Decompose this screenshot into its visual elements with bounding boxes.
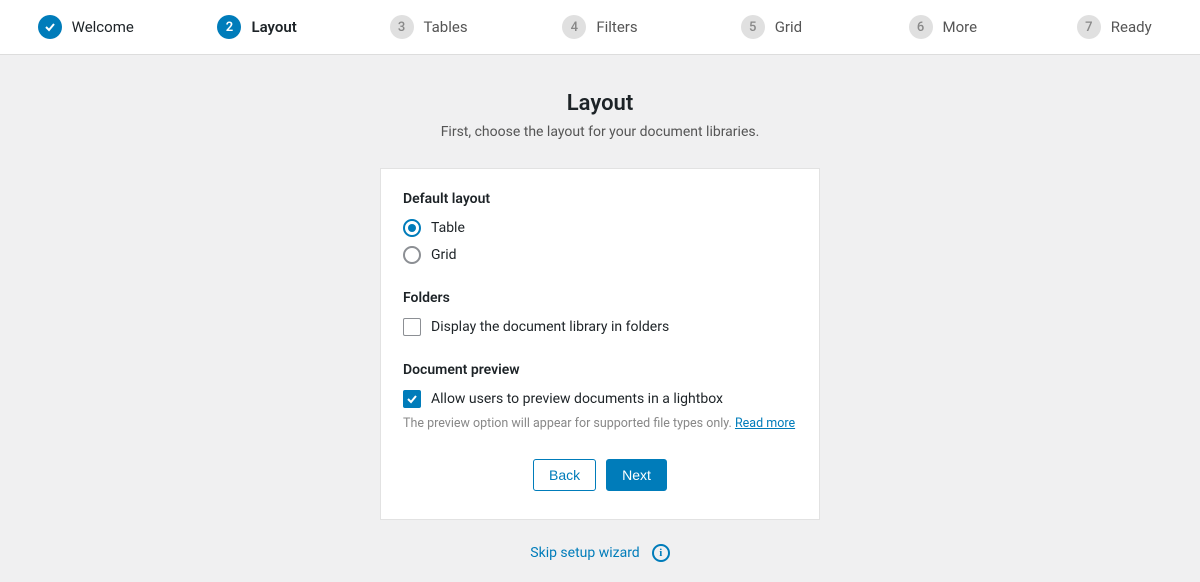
checkbox-preview[interactable]: Allow users to preview documents in a li… [403,390,797,408]
step-label: Ready [1111,18,1152,36]
step-layout[interactable]: 2 Layout [171,15,342,39]
section-title: Document preview [403,362,797,378]
helper-text-body: The preview option will appear for suppo… [403,416,735,431]
check-icon [38,15,62,39]
radio-table[interactable]: Table [403,219,797,237]
page-title: Layout [0,91,1200,116]
next-button[interactable]: Next [606,459,667,491]
page-content: Layout First, choose the layout for your… [0,55,1200,582]
settings-card: Default layout Table Grid Folders Displa… [380,168,820,520]
step-label: Grid [775,18,802,36]
step-number: 4 [562,15,586,39]
stepper: Welcome 2 Layout 3 Tables 4 Filters 5 Gr… [0,0,1200,55]
radio-icon [403,219,421,237]
step-welcome[interactable]: Welcome [0,15,171,39]
step-label: Layout [251,18,296,36]
step-ready[interactable]: 7 Ready [1029,15,1200,39]
step-number: 7 [1077,15,1101,39]
radio-grid[interactable]: Grid [403,246,797,264]
step-more[interactable]: 6 More [857,15,1028,39]
back-button[interactable]: Back [533,459,596,491]
step-tables[interactable]: 3 Tables [343,15,514,39]
step-number: 2 [217,15,241,39]
preview-section: Document preview Allow users to preview … [403,362,797,431]
step-label: Filters [596,18,637,36]
step-filters[interactable]: 4 Filters [514,15,685,39]
skip-link[interactable]: Skip setup wizard [530,545,639,561]
default-layout-section: Default layout Table Grid [403,191,797,264]
checkbox-folders[interactable]: Display the document library in folders [403,318,797,336]
radio-icon [403,246,421,264]
step-label: More [943,18,978,36]
folders-section: Folders Display the document library in … [403,290,797,336]
checkbox-label: Display the document library in folders [431,319,669,335]
checkbox-label: Allow users to preview documents in a li… [431,391,723,407]
step-number: 5 [741,15,765,39]
radio-label: Grid [431,247,457,263]
page-subtitle: First, choose the layout for your docume… [0,124,1200,140]
checkbox-icon [403,318,421,336]
check-icon [403,390,421,408]
radio-label: Table [431,220,465,236]
info-icon[interactable]: i [652,544,670,562]
section-title: Default layout [403,191,797,207]
section-title: Folders [403,290,797,306]
step-label: Tables [424,18,468,36]
read-more-link[interactable]: Read more [735,416,795,431]
step-number: 6 [909,15,933,39]
step-number: 3 [390,15,414,39]
skip-row: Skip setup wizard i [0,544,1200,562]
button-row: Back Next [403,459,797,491]
step-grid[interactable]: 5 Grid [686,15,857,39]
step-label: Welcome [72,18,134,36]
helper-text: The preview option will appear for suppo… [403,416,797,431]
